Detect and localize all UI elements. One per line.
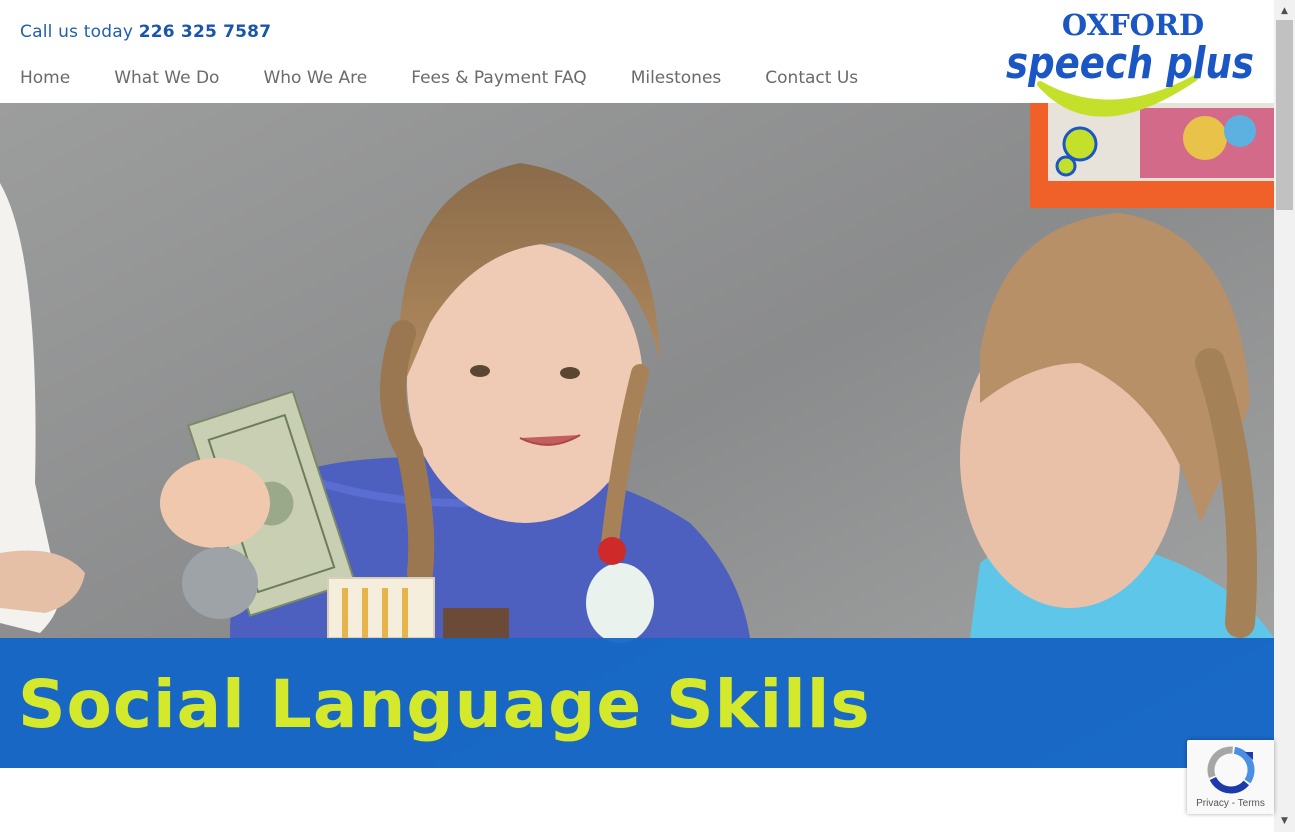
page-title: Social Language Skills: [18, 666, 871, 743]
nav-item-milestones[interactable]: Milestones: [631, 68, 722, 88]
hero-section: Social Language Skills: [0, 103, 1274, 768]
scroll-up-arrow-icon[interactable]: ▲: [1274, 2, 1295, 20]
call-us-text: Call us today 226 325 7587: [20, 22, 271, 42]
recaptcha-links: Privacy - Terms: [1187, 798, 1274, 809]
recaptcha-badge[interactable]: Privacy - Terms: [1187, 740, 1274, 814]
hero-banner: Social Language Skills: [0, 638, 1274, 768]
scroll-thumb[interactable]: [1276, 20, 1293, 210]
call-prefix: Call us today: [20, 22, 134, 42]
scroll-down-arrow-icon[interactable]: ▼: [1274, 812, 1295, 830]
main-nav: Home What We Do Who We Are Fees & Paymen…: [20, 68, 902, 88]
nav-item-home[interactable]: Home: [20, 68, 70, 88]
recaptcha-icon: [1207, 746, 1255, 794]
nav-item-what-we-do[interactable]: What We Do: [114, 68, 219, 88]
nav-item-who-we-are[interactable]: Who We Are: [263, 68, 367, 88]
logo-graphic: OXFORD speech plus: [1006, 8, 1254, 177]
privacy-link[interactable]: Privacy: [1196, 798, 1229, 809]
link-separator: -: [1228, 798, 1238, 809]
page-scrollbar[interactable]: ▲ ▼: [1274, 0, 1295, 832]
site-logo[interactable]: OXFORD speech plus: [1000, 6, 1260, 181]
logo-line2: speech plus: [1006, 38, 1254, 89]
logo-line1: OXFORD: [1062, 8, 1204, 42]
phone-number-link[interactable]: 226 325 7587: [139, 22, 272, 42]
terms-link[interactable]: Terms: [1238, 798, 1265, 809]
nav-item-contact-us[interactable]: Contact Us: [765, 68, 858, 88]
nav-item-fees-payment-faq[interactable]: Fees & Payment FAQ: [411, 68, 586, 88]
